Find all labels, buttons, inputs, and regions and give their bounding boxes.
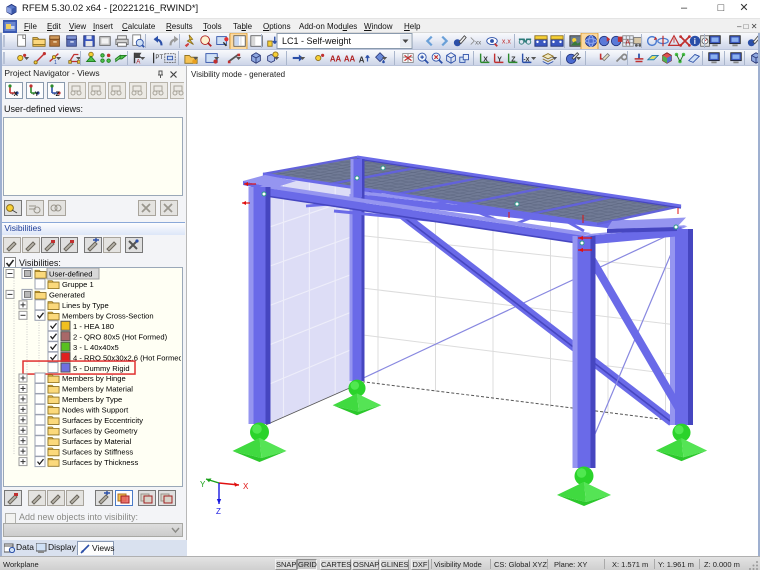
- svg-text:AA: AA: [330, 54, 342, 63]
- svg-text:User-defined: User-defined: [49, 270, 92, 279]
- svg-text:A: A: [136, 58, 141, 65]
- svg-text:Generated: Generated: [49, 291, 85, 300]
- svg-text:Surfaces by Thickness: Surfaces by Thickness: [62, 458, 138, 467]
- svg-text:Y: Y: [497, 56, 502, 63]
- svg-text:3 - L 40x40x5: 3 - L 40x40x5: [73, 343, 119, 352]
- svg-text:A: A: [359, 55, 365, 64]
- svg-text:-X: -X: [524, 56, 531, 63]
- svg-text:X: X: [243, 482, 249, 491]
- svg-text:LC1 - Self-weight: LC1 - Self-weight: [282, 36, 352, 46]
- svg-text:1 - HEA 180: 1 - HEA 180: [73, 322, 114, 331]
- svg-text:AA: AA: [344, 54, 356, 63]
- svg-text:Surfaces by Geometry: Surfaces by Geometry: [62, 426, 138, 435]
- svg-text:Members by Type: Members by Type: [62, 395, 122, 404]
- svg-text:Z: Z: [511, 56, 516, 63]
- svg-text:Surfaces by Eccentricity: Surfaces by Eccentricity: [62, 416, 143, 425]
- svg-text:A: A: [625, 40, 630, 47]
- svg-text:Members by Cross-Section: Members by Cross-Section: [62, 312, 154, 321]
- svg-text:Lines by Type: Lines by Type: [62, 301, 109, 310]
- svg-text:Z: Z: [216, 507, 221, 516]
- svg-text:Members by Material: Members by Material: [62, 385, 133, 394]
- svg-text:i: i: [694, 37, 696, 46]
- svg-text:Gruppe 1: Gruppe 1: [62, 280, 94, 289]
- svg-text:1: 1: [54, 60, 57, 66]
- svg-text:-Y: -Y: [33, 91, 40, 98]
- svg-text:Nodes with Support: Nodes with Support: [62, 406, 129, 415]
- svg-text:-X: -X: [12, 91, 19, 98]
- svg-text:5 - Dummy Rigid: 5 - Dummy Rigid: [73, 364, 130, 373]
- svg-text:-Z: -Z: [54, 91, 60, 98]
- svg-text:Surfaces by Stiffness: Surfaces by Stiffness: [62, 447, 133, 456]
- svg-text:xx: xx: [475, 40, 481, 47]
- svg-text:2 - QRO 80x5 (Hot Formed): 2 - QRO 80x5 (Hot Formed): [73, 332, 168, 341]
- svg-text:Y: Y: [200, 480, 206, 489]
- svg-text:Surfaces by Material: Surfaces by Material: [62, 437, 132, 446]
- svg-text:X: X: [483, 56, 488, 63]
- svg-text:Members by Hinge: Members by Hinge: [62, 374, 126, 383]
- svg-text:PT: PT: [155, 53, 163, 60]
- svg-text:x.x: x.x: [502, 39, 511, 46]
